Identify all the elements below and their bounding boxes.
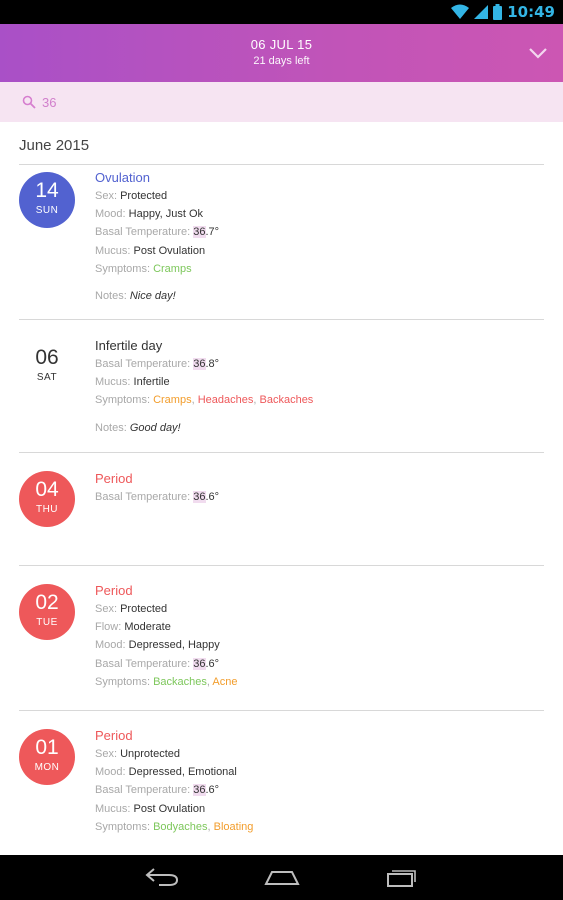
entry-title: Period bbox=[95, 471, 133, 486]
temperature-row: Basal Temperature: 36.6° bbox=[95, 491, 220, 503]
day-of-week: THU bbox=[35, 504, 59, 515]
signal-icon bbox=[474, 5, 489, 19]
divider bbox=[19, 710, 544, 711]
status-bar: 10:49 bbox=[0, 0, 563, 24]
symptoms-row: Symptoms: Cramps, Headaches, Backaches bbox=[95, 394, 314, 407]
entry-details: Period Basal Temperature: 36.6° bbox=[95, 470, 219, 506]
status-clock: 10:49 bbox=[507, 3, 555, 21]
chevron-down-icon[interactable] bbox=[527, 42, 549, 64]
entry-title: Period bbox=[95, 728, 133, 743]
battery-icon bbox=[493, 4, 503, 20]
symptoms-row: Symptoms: Cramps bbox=[95, 262, 192, 275]
entry-title: Period bbox=[95, 583, 133, 598]
day-badge: 01 MON bbox=[19, 729, 75, 785]
cycle-header: 06 JUL 15 21 days left bbox=[0, 24, 563, 82]
mucus-row: Mucus: Infertile bbox=[95, 376, 170, 389]
home-icon[interactable] bbox=[264, 866, 300, 888]
current-date: 06 JUL 15 bbox=[250, 37, 313, 52]
day-number: 06 bbox=[35, 346, 59, 369]
recent-apps-icon[interactable] bbox=[386, 866, 418, 888]
day-of-week: SUN bbox=[35, 205, 59, 216]
entry-details: Period Sex: Protected Flow: Moderate Moo… bbox=[95, 582, 237, 691]
day-badge: 04 THU bbox=[19, 471, 75, 527]
back-icon[interactable] bbox=[145, 866, 179, 888]
flow-row: Flow: Moderate bbox=[95, 621, 171, 634]
entry-details: Period Sex: Unprotected Mood: Depressed,… bbox=[95, 727, 253, 836]
search-icon bbox=[22, 95, 36, 109]
symptoms-row: Symptoms: Bodyaches, Bloating bbox=[95, 820, 254, 833]
entry-title: Ovulation bbox=[95, 170, 150, 185]
temperature-row: Basal Temperature: 36.8° bbox=[95, 358, 220, 370]
search-bar bbox=[0, 82, 563, 122]
month-heading: June 2015 bbox=[19, 137, 90, 154]
divider bbox=[19, 565, 544, 566]
day-badge: 02 TUE bbox=[19, 584, 75, 640]
mucus-row: Mucus: Post Ovulation bbox=[95, 802, 206, 815]
sex-row: Sex: Protected bbox=[95, 190, 168, 202]
day-of-week: TUE bbox=[36, 617, 58, 628]
mood-row: Mood: Depressed, Happy bbox=[95, 639, 220, 652]
system-navigation-bar bbox=[0, 855, 563, 900]
day-number: 01 bbox=[35, 736, 59, 759]
sex-row: Sex: Protected bbox=[95, 603, 168, 615]
temperature-row: Basal Temperature: 36.6° bbox=[95, 657, 220, 670]
divider bbox=[19, 164, 544, 165]
search-input[interactable] bbox=[42, 92, 522, 112]
entry-details: Infertile day Basal Temperature: 36.8° M… bbox=[95, 337, 313, 437]
day-of-week: MON bbox=[34, 762, 60, 773]
day-number: 04 bbox=[35, 478, 59, 501]
day-badge: 06 SAT bbox=[19, 339, 75, 384]
mood-row: Mood: Depressed, Emotional bbox=[95, 766, 237, 779]
day-badge: 14 SUN bbox=[19, 172, 75, 228]
temperature-row: Basal Temperature: 36.6° bbox=[95, 784, 220, 797]
divider bbox=[19, 452, 544, 453]
day-number: 02 bbox=[35, 591, 59, 614]
notes-row: Notes: Nice day! bbox=[95, 290, 176, 303]
wifi-icon bbox=[451, 4, 470, 19]
divider bbox=[19, 319, 544, 320]
entry-details: Ovulation Sex: Protected Mood: Happy, Ju… bbox=[95, 169, 219, 305]
entry-title: Infertile day bbox=[95, 338, 163, 353]
notes-row: Notes: Good day! bbox=[95, 421, 181, 434]
day-of-week: SAT bbox=[36, 372, 58, 383]
day-number: 14 bbox=[35, 179, 59, 202]
temperature-row: Basal Temperature: 36.7° bbox=[95, 226, 220, 239]
sex-row: Sex: Unprotected bbox=[95, 748, 181, 760]
mucus-row: Mucus: Post Ovulation bbox=[95, 244, 206, 257]
symptoms-row: Symptoms: Backaches, Acne bbox=[95, 675, 238, 688]
days-left: 21 days left bbox=[253, 55, 310, 67]
mood-row: Mood: Happy, Just Ok bbox=[95, 208, 204, 221]
